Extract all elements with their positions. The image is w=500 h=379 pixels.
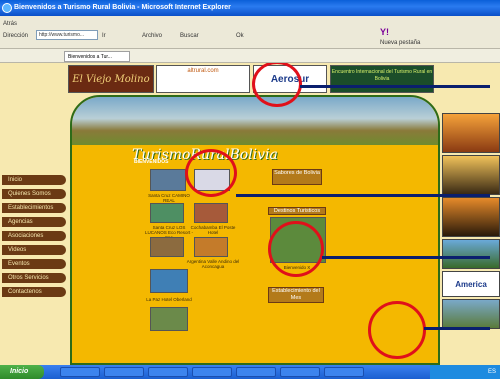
internet-explorer-icon [2,3,12,13]
pointer-line [424,327,490,330]
go-button[interactable]: Ir [102,30,106,42]
landscape-photo [72,97,438,145]
menu-quienes-somos[interactable]: Quienes Somos [2,189,66,199]
pointer-line [322,256,490,259]
highlight-circle [268,221,324,277]
highlight-circle [185,149,237,197]
establecimiento-box[interactable]: Establecimiento del Mes [268,287,324,303]
banner-encuentro[interactable]: Encuentro Internacional del Turismo Rura… [330,65,434,93]
banner-viejo-molino[interactable]: El Viejo Molino [68,65,154,93]
window-title-bar: Bienvenidos a Turismo Rural Bolivia - Mi… [0,0,500,16]
search-button[interactable]: Buscar [180,30,199,42]
menu-otros-servicios[interactable]: Otros Servicios [2,273,66,283]
tab-bienvenidos[interactable]: Bienvenidos a Tur... [64,51,130,62]
menu-agencias[interactable]: Agencias [2,217,66,227]
pointer-line [300,85,490,88]
tab-bar: Bienvenidos a Tur... [0,49,500,63]
pointer-line [236,194,490,197]
thumb-caption: Argentina Valle Andino del Aconcagua [186,259,240,269]
thumb-los-lucanos[interactable] [150,203,184,223]
taskbar-item[interactable] [148,367,188,377]
taskbar-item[interactable] [236,367,276,377]
altrural-text: altrural.com [187,68,219,74]
landscape-photo[interactable] [442,299,500,329]
thumb-oberland[interactable] [150,307,188,331]
address-bar[interactable]: http://www.turismo... [36,30,98,40]
system-tray: ES [430,365,500,379]
lake-photo[interactable] [442,239,500,269]
thumb-argentina[interactable] [194,237,228,257]
back-button[interactable]: Atrás [3,18,17,30]
thumb-caption: La Paz Hotel Oberland [146,297,192,302]
taskbar-item[interactable] [324,367,364,377]
thumb-hotel-5[interactable] [150,237,184,257]
thumb-el-poste[interactable] [194,203,228,223]
menu-asociaciones[interactable]: Asociaciones [2,231,66,241]
new-tab-button[interactable]: Nueva pestaña [380,37,420,49]
america-banner[interactable]: America [442,271,500,297]
thumb-caption: Santa Cruz CAMINO REAL [148,193,190,203]
menu-contactenos[interactable]: Contactenos [2,287,66,297]
sabores-box[interactable]: Sabores de Bolivia [272,169,322,185]
destinos-heading: Destinos Turisticos [268,207,326,215]
right-photo-column: America [442,63,500,365]
thumb-caption: Cochabamba El Poste Hotel [190,225,236,235]
taskbar-item[interactable] [60,367,100,377]
taskbar-item[interactable] [104,367,144,377]
welcome-text: BIENVENIDOS [134,159,169,165]
highlight-circle [368,301,426,359]
banner-altrural[interactable]: altrural.com [156,65,250,93]
windows-taskbar: Inicio ES [0,365,500,379]
window-title: Bienvenidos a Turismo Rural Bolivia - Mi… [14,4,231,11]
address-label: Dirección [3,33,29,39]
browser-toolbar: Atrás Dirección http://www.turismo... Ir… [0,16,500,49]
web-page: El Viejo Molino altrural.com Aerosur Enc… [0,63,500,365]
menu-eventos[interactable]: Eventos [2,259,66,269]
thumb-pool[interactable] [150,269,188,293]
highlight-circle [252,63,302,107]
menu-establecimientos[interactable]: Establecimientos [2,203,66,213]
ok-button[interactable]: Ok [236,30,244,42]
menu-videos[interactable]: Videos [2,245,66,255]
taskbar-item[interactable] [192,367,232,377]
menu-inicio[interactable]: Inicio [2,175,66,185]
thumb-camino-real[interactable] [150,169,186,191]
sunset-photo[interactable] [442,197,500,237]
taskbar-item[interactable] [280,367,320,377]
start-button[interactable]: Inicio [0,365,44,379]
sunset-photo[interactable] [442,113,500,153]
sunset-photo[interactable] [442,155,500,195]
archivo-menu[interactable]: Archivo [142,30,162,42]
